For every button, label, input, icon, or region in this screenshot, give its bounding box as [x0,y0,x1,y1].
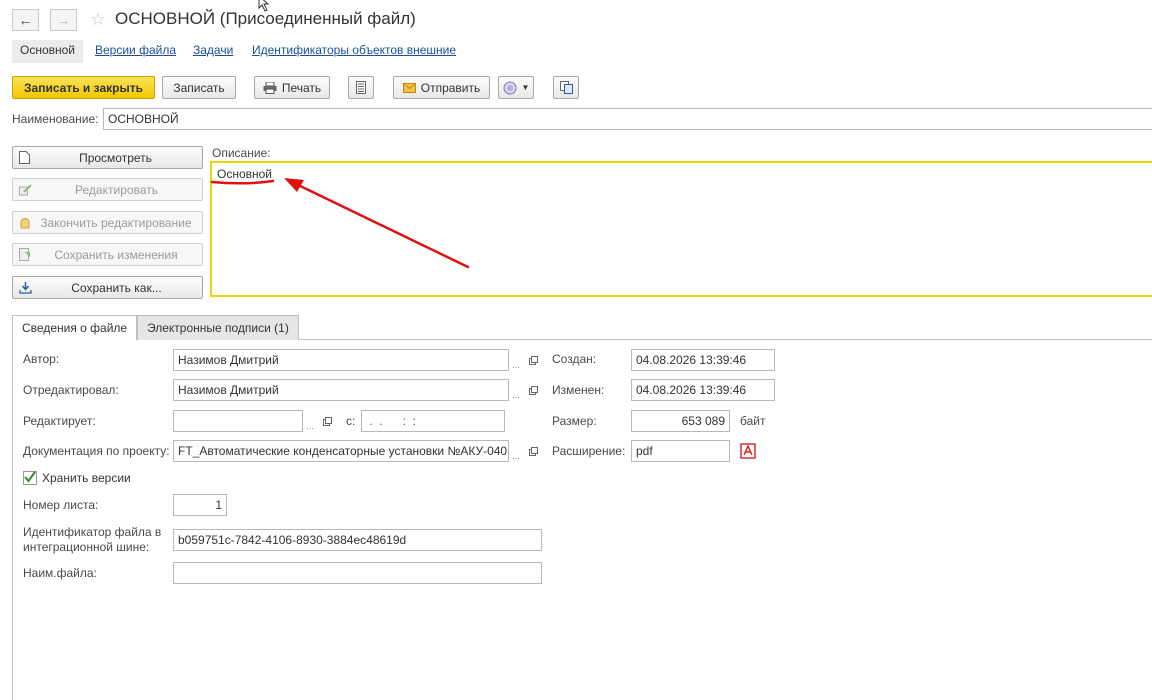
mouse-cursor-icon [258,0,270,15]
print-button[interactable]: Печать [254,76,330,99]
author-select-button[interactable]: ... [508,350,524,370]
sheet-number-label: Номер листа: [23,498,99,512]
save-and-close-label: Записать и закрыть [24,80,143,95]
keep-versions-label: Хранить версии [42,471,131,485]
project-doc-label: Документация по проекту: [23,444,170,458]
send-button[interactable]: Отправить [393,76,490,99]
author-open-icon[interactable] [525,350,541,370]
view-label: Просмотреть [79,150,152,165]
tab-main[interactable]: Основной [12,40,84,63]
save-as-label: Сохранить как... [71,280,162,295]
author-field[interactable]: Назимов Дмитрий [173,349,509,371]
name-input[interactable]: ОСНОВНОЙ [103,108,1152,130]
save-changes-button[interactable]: Сохранить изменения [12,243,203,266]
view-button[interactable]: Просмотреть [12,146,203,169]
document-icon [19,151,30,164]
report-button[interactable] [348,76,374,99]
tab-file-info[interactable]: Сведения о файле [12,315,138,341]
checkmark-icon [24,471,36,483]
save-changes-label: Сохранить изменения [54,247,178,262]
document-list-icon [356,81,366,94]
edit-button[interactable]: Редактировать [12,178,203,201]
pdf-icon [740,443,756,462]
envelope-icon [402,82,416,93]
finish-edit-icon [19,216,31,229]
editing-field[interactable] [173,410,303,432]
print-label: Печать [281,80,322,95]
edited-by-open-icon[interactable] [525,380,541,400]
description-label: Описание: [212,146,271,160]
tab-external-ids[interactable]: Идентификаторы объектов внешние [244,40,464,63]
save-document-icon [19,248,31,261]
extension-field[interactable]: pdf [631,440,730,462]
file-name-label: Наим.файла: [23,566,97,580]
tab-signatures[interactable]: Электронные подписи (1) [137,315,299,340]
star-icon[interactable]: ☆ [90,9,106,30]
size-label: Размер: [552,414,597,428]
tab-file-versions[interactable]: Версии файла [87,40,184,63]
integration-id-label-line1: Идентификатор файла в [23,525,162,539]
download-icon [19,281,32,294]
edit-label: Редактировать [75,182,158,197]
modified-label: Изменен: [552,383,605,397]
size-field[interactable]: 653 089 [631,410,730,432]
integration-id-field[interactable]: b059751c-7842-4106-8930-3884ec48619d [173,529,542,551]
status-dropdown-button[interactable]: ▼ [498,76,534,99]
editing-select-button[interactable]: ... [302,411,318,431]
edited-by-label: Отредактировал: [23,383,119,397]
forward-button[interactable]: → [50,9,77,31]
send-label: Отправить [420,80,481,95]
save-button[interactable]: Записать [162,76,236,99]
pencil-icon [19,183,32,196]
project-doc-field[interactable]: FT_Автоматические конденсаторные установ… [173,440,509,462]
sheet-number-field[interactable]: 1 [173,494,227,516]
back-button[interactable]: ← [12,9,39,31]
printer-icon [263,81,277,94]
finish-editing-button[interactable]: Закончить редактирование [12,211,203,234]
file-name-field[interactable] [173,562,542,584]
integration-id-label-line2: интеграционной шине: [23,540,150,554]
chevron-down-icon: ▼ [521,83,530,92]
since-date-field[interactable]: . . : : [361,410,505,432]
project-doc-open-icon[interactable] [525,441,541,461]
size-unit-label: байт [740,414,766,428]
save-as-button[interactable]: Сохранить как... [12,276,203,299]
edited-by-field[interactable]: Назимов Дмитрий [173,379,509,401]
extension-label: Расширение: [552,444,626,458]
save-label: Записать [173,80,225,95]
created-field[interactable]: 04.08.2026 13:39:46 [631,349,775,371]
author-label: Автор: [23,352,60,366]
save-and-close-button[interactable]: Записать и закрыть [12,76,155,99]
created-label: Создан: [552,352,597,366]
name-label: Наименование: [12,112,99,126]
tab-panel-border [12,340,13,700]
since-label: с: [346,414,356,428]
keep-versions-checkbox[interactable] [23,471,37,485]
editing-label: Редактирует: [23,414,96,428]
red-annotation-arrow [210,178,470,269]
modified-field[interactable]: 04.08.2026 13:39:46 [631,379,775,401]
project-doc-select-button[interactable]: ... [508,441,524,461]
arrow-left-icon: ← [18,12,33,28]
edited-by-select-button[interactable]: ... [508,380,524,400]
tab-tasks[interactable]: Задачи [185,40,241,63]
status-circle-icon [503,81,517,95]
arrow-right-icon: → [56,12,71,28]
editing-open-icon[interactable] [319,411,335,431]
copy-document-icon [559,81,573,94]
finish-editing-label: Закончить редактирование [40,215,192,230]
copy-link-button[interactable] [553,76,579,99]
